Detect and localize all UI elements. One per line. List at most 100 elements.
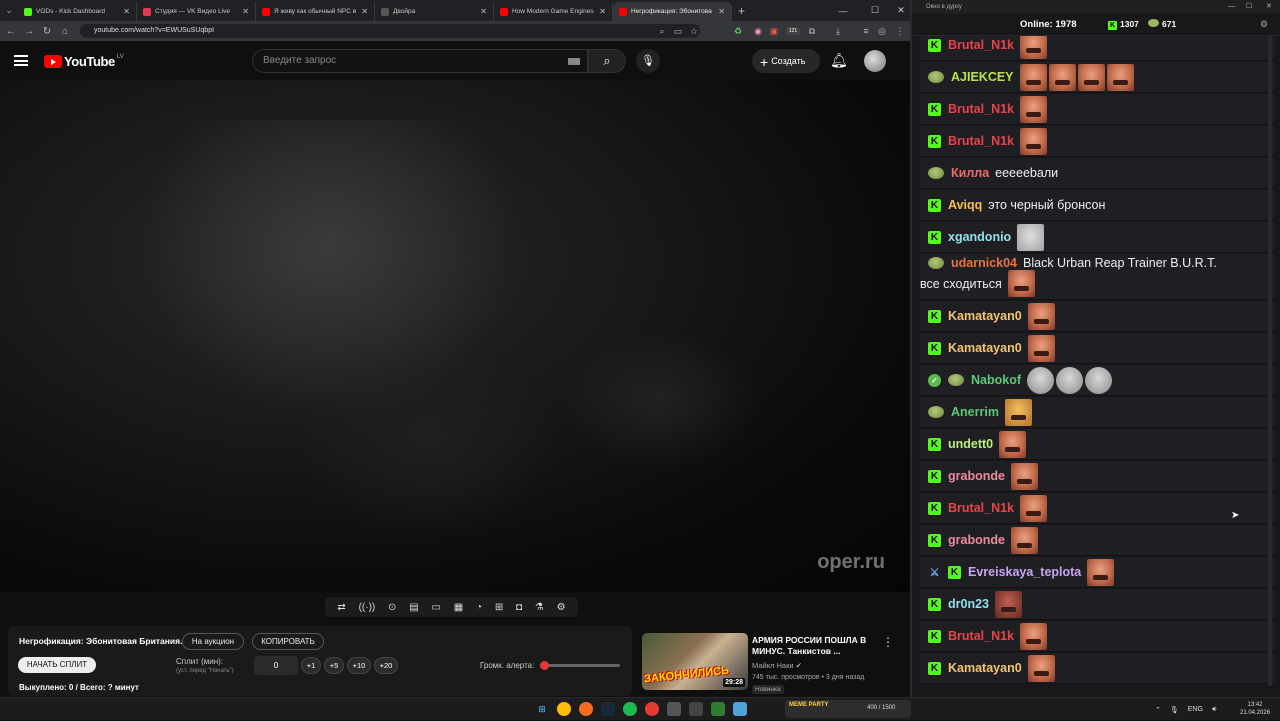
browser-tab[interactable]: VODs - Kick Dashboard ✕	[18, 2, 137, 21]
extensions-puzzle-icon[interactable]: ⧉	[806, 24, 818, 38]
steam-icon[interactable]	[601, 702, 615, 716]
speaker-icon[interactable]: 🔊︎	[1212, 706, 1216, 714]
chat-username[interactable]: Килла	[951, 166, 989, 180]
chat-username[interactable]: undett0	[948, 437, 993, 451]
firefox-icon[interactable]	[579, 702, 593, 716]
browser-tab[interactable]: Студия — VK Видео Live ✕	[137, 2, 256, 21]
chat-username[interactable]: xgandonio	[948, 230, 1011, 244]
windows-start-icon[interactable]: ⊞	[535, 702, 549, 716]
language-indicator[interactable]: ENG	[1188, 706, 1203, 713]
zoom-icon[interactable]: ⌕	[656, 24, 668, 38]
search-button[interactable]: ⌕	[588, 49, 626, 73]
speed-gauge-icon[interactable]: ◔	[476, 602, 482, 613]
chat-username[interactable]: Brutal_N1k	[948, 134, 1014, 148]
clapper-icon[interactable]: ▤	[409, 602, 418, 613]
alert-volume-thumb[interactable]	[540, 661, 549, 670]
reload-icon[interactable]: ↻	[38, 26, 56, 37]
tab-search-icon[interactable]: ⌄	[0, 0, 18, 21]
avatar[interactable]	[864, 50, 886, 72]
download-icon[interactable]: ⤓	[832, 24, 844, 38]
bookmark-star-icon[interactable]: ☆	[688, 24, 700, 38]
extension-icon[interactable]: ◉	[752, 24, 764, 38]
tray-chevron-icon[interactable]: ⌃	[1155, 706, 1161, 714]
chat-username[interactable]: Brutal_N1k	[948, 501, 1014, 515]
audio-wave-icon[interactable]: ((·))	[359, 602, 376, 613]
app-icon[interactable]	[645, 702, 659, 716]
spotify-icon[interactable]	[623, 702, 637, 716]
extension-icon[interactable]: ♻	[732, 24, 744, 38]
channel-name[interactable]: Майкл Наки ✔	[752, 661, 802, 670]
chat-username[interactable]: Nabokof	[971, 373, 1021, 387]
chat-username[interactable]: Brutal_N1k	[948, 629, 1014, 643]
more-options-icon[interactable]: ⋮	[882, 635, 894, 649]
tab-close-icon[interactable]: ✕	[123, 7, 130, 16]
picture-in-picture-icon[interactable]: ▭	[431, 602, 440, 613]
settings-gear-icon[interactable]: ⚙	[557, 602, 566, 613]
voice-search-button[interactable]: 🎙︎	[636, 49, 660, 73]
app-icon[interactable]	[667, 702, 681, 716]
chat-username[interactable]: udarnick04	[951, 256, 1017, 270]
chat-username[interactable]: Brutal_N1k	[948, 38, 1014, 52]
menu-dots-icon[interactable]: ⋮	[894, 24, 906, 38]
app-icon[interactable]	[711, 702, 725, 716]
chat-username[interactable]: grabonde	[948, 469, 1005, 483]
chat-scrollbar[interactable]	[1268, 36, 1272, 686]
menu-icon[interactable]	[14, 55, 28, 66]
maximize-icon[interactable]: ☐	[1246, 0, 1252, 14]
chat-username[interactable]: Kamatayan0	[948, 309, 1022, 323]
tab-close-icon[interactable]: ✕	[361, 7, 368, 16]
forward-icon[interactable]: →	[20, 26, 38, 37]
chat-username[interactable]: dr0n23	[948, 597, 989, 611]
watch-later-icon[interactable]: ⊙	[388, 602, 396, 613]
home-icon[interactable]: ⌂	[56, 26, 74, 37]
to-auction-button[interactable]: На аукцион	[182, 633, 244, 650]
start-split-button[interactable]: НАЧАТЬ СПЛИТ	[18, 657, 96, 673]
browser-tab[interactable]: Я живу как обычный NPC в К ✕	[256, 2, 375, 21]
screenshot-camera-icon[interactable]: ◘	[516, 602, 522, 613]
increment-20-button[interactable]: +20	[374, 657, 398, 674]
chat-username[interactable]: Aviqq	[948, 198, 982, 212]
flask-icon[interactable]: ⚗	[535, 602, 544, 613]
video-player[interactable]: oper.ru	[0, 80, 910, 592]
cast-icon[interactable]: ▭	[672, 24, 684, 38]
meme-party-widget[interactable]: MEME PARTY 400 / 1500	[785, 700, 911, 718]
browser-tab[interactable]: How Modern Game Engines D ✕	[494, 2, 613, 21]
telegram-icon[interactable]	[733, 702, 747, 716]
mic-tray-icon[interactable]: 🎙︎	[1170, 706, 1179, 714]
increment-1-button[interactable]: +1	[301, 657, 321, 674]
url-field[interactable]: youtube.com/watch?v=EWUSuSUqbpI	[80, 24, 700, 38]
chat-username[interactable]: Kamatayan0	[948, 341, 1022, 355]
tab-close-icon[interactable]: ✕	[480, 7, 487, 16]
notifications-bell-icon[interactable]: 🔔︎	[830, 52, 848, 69]
settings-gear-icon[interactable]: ⚙	[1260, 19, 1268, 30]
maximize-icon[interactable]: ☐	[862, 0, 888, 21]
new-tab-button[interactable]: +	[738, 4, 745, 18]
add-clip-icon[interactable]: ⊞	[495, 602, 503, 613]
profile-icon[interactable]: ◎	[876, 24, 888, 38]
minimize-icon[interactable]: —	[1228, 0, 1235, 14]
chat-username[interactable]: grabonde	[948, 533, 1005, 547]
close-window-icon[interactable]: ✕	[1266, 0, 1272, 14]
chat-username[interactable]: Brutal_N1k	[948, 102, 1014, 116]
youtube-logo[interactable]: YouTube LV	[44, 54, 124, 69]
create-button[interactable]: + Создать	[752, 49, 820, 73]
alert-volume-slider[interactable]	[540, 661, 620, 670]
tab-close-icon[interactable]: ✕	[599, 7, 606, 16]
split-minutes-input[interactable]: 0	[254, 656, 298, 675]
video-thumbnail[interactable]: ЗАКОНЧИЛИСЬ 29:28	[642, 633, 748, 690]
search-input[interactable]: Введите запрос	[252, 49, 588, 73]
loop-icon[interactable]: ⇄	[337, 602, 345, 613]
browser-tab[interactable]: Двойра ✕	[375, 2, 494, 21]
extension-icon[interactable]: ▣	[768, 24, 780, 38]
browser-tab[interactable]: Негрофикация: Эбонитова ✕	[613, 2, 732, 21]
clock[interactable]: 13:42 21.04.2026	[1240, 701, 1270, 717]
subtitles-icon[interactable]: ▦	[454, 602, 463, 613]
app-icon[interactable]	[689, 702, 703, 716]
chat-username[interactable]: Kamatayan0	[948, 661, 1022, 675]
minimize-icon[interactable]: —	[830, 0, 856, 21]
chrome-icon[interactable]	[557, 702, 571, 716]
keyboard-icon[interactable]	[568, 58, 580, 65]
increment-10-button[interactable]: +10	[347, 657, 371, 674]
tab-close-icon[interactable]: ✕	[718, 7, 725, 16]
tab-close-icon[interactable]: ✕	[242, 7, 249, 16]
